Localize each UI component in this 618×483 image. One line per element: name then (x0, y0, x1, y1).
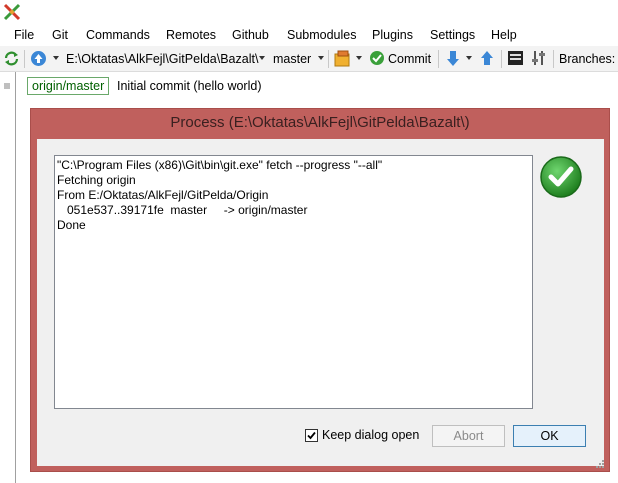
revision-graph-node (4, 83, 10, 89)
dialog-title: Process (E:\Oktatas\AlkFejl\GitPelda\Baz… (170, 114, 470, 131)
repository-dropdown-chevron-icon[interactable] (259, 56, 265, 60)
menu-plugins[interactable]: Plugins (372, 27, 413, 43)
toolbar-separator (501, 50, 502, 68)
menu-file[interactable]: File (14, 27, 34, 43)
revision-graph-divider (15, 72, 16, 483)
stash-icon[interactable] (333, 49, 352, 68)
checkmark-icon (307, 431, 316, 440)
settings-sliders-icon[interactable] (530, 50, 547, 66)
title-bar (0, 0, 618, 24)
commit-message[interactable]: Initial commit (hello world) (117, 78, 261, 94)
repository-path[interactable]: E:\Oktatas\AlkFejl\GitPelda\Bazalt\ (66, 51, 258, 67)
toolbar-separator (24, 50, 25, 68)
refresh-icon[interactable] (3, 50, 20, 67)
navigate-up-icon[interactable] (30, 50, 47, 67)
navigate-dropdown-chevron-icon[interactable] (53, 56, 59, 60)
success-check-icon (540, 156, 582, 198)
menu-submodules[interactable]: Submodules (287, 27, 357, 43)
keep-dialog-open-checkbox[interactable] (305, 429, 318, 442)
commit-check-icon[interactable] (369, 50, 385, 66)
ok-button[interactable]: OK (513, 425, 586, 447)
menu-settings[interactable]: Settings (430, 27, 475, 43)
menu-commands[interactable]: Commands (86, 27, 150, 43)
resize-grip-icon[interactable] (594, 458, 604, 468)
pull-icon[interactable] (444, 49, 462, 68)
toolbar-separator (328, 50, 329, 68)
console-icon[interactable] (507, 50, 524, 66)
current-branch[interactable]: master (273, 51, 311, 67)
branch-tag[interactable]: origin/master (27, 77, 110, 95)
stash-dropdown-chevron-icon[interactable] (356, 56, 362, 60)
toolbar-separator (553, 50, 554, 68)
abort-button[interactable]: Abort (432, 425, 505, 447)
menu-git[interactable]: Git (52, 27, 68, 43)
push-icon[interactable] (478, 49, 496, 68)
pull-dropdown-chevron-icon[interactable] (466, 56, 472, 60)
keep-dialog-open-label[interactable]: Keep dialog open (322, 427, 419, 443)
output-console-text: "C:\Program Files (x86)\Git\bin\git.exe"… (57, 158, 383, 232)
git-extensions-logo-icon (3, 3, 21, 21)
menu-remotes[interactable]: Remotes (166, 27, 216, 43)
menu-github[interactable]: Github (232, 27, 269, 43)
toolbar-separator (438, 50, 439, 68)
branches-label: Branches: (559, 52, 616, 66)
branch-dropdown-chevron-icon[interactable] (318, 56, 324, 60)
menu-help[interactable]: Help (491, 27, 517, 43)
commit-button[interactable]: Commit (388, 51, 431, 67)
